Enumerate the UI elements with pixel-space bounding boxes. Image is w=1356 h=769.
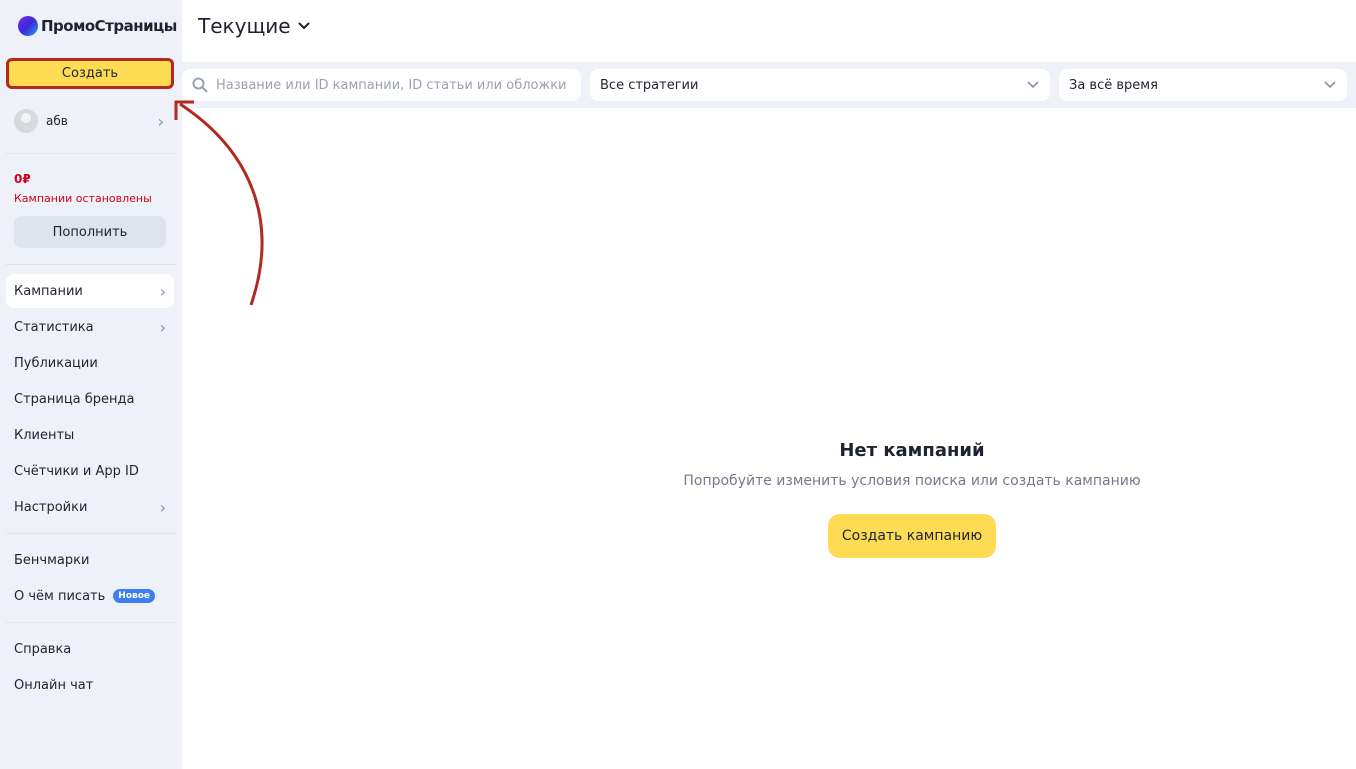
nav-label: Страница бренда [14, 391, 135, 407]
annotation-arrow [174, 100, 264, 306]
sidebar-item-counters[interactable]: Счётчики и App ID [6, 454, 174, 488]
sidebar-item-what-to-write[interactable]: О чём писать Новое [6, 579, 174, 613]
nav-label: Статистика [14, 319, 94, 335]
nav-label: О чём писать [14, 588, 106, 604]
sidebar-item-publications[interactable]: Публикации [6, 346, 174, 380]
chevron-right-icon: › [159, 317, 166, 337]
strategy-value: Все стратегии [600, 77, 699, 93]
nav-label: Настройки [14, 499, 88, 515]
sidebar-item-chat[interactable]: Онлайн чат [6, 668, 174, 702]
sidebar-item-settings[interactable]: Настройки › [6, 490, 174, 524]
chevron-down-icon [1324, 81, 1336, 89]
period-select[interactable]: За всё время [1059, 69, 1347, 101]
chevron-right-icon: › [159, 497, 166, 517]
sidebar-item-brand-page[interactable]: Страница бренда [6, 382, 174, 416]
period-value: За всё время [1069, 77, 1158, 93]
empty-state: Нет кампаний Попробуйте изменить условия… [682, 440, 1142, 489]
new-badge: Новое [113, 589, 155, 603]
empty-title: Нет кампаний [839, 440, 985, 461]
nav-label: Справка [14, 641, 72, 657]
nav-label: Клиенты [14, 427, 75, 443]
sidebar-item-clients[interactable]: Клиенты [6, 418, 174, 452]
nav-label: Публикации [14, 355, 98, 371]
sidebar-item-benchmarks[interactable]: Бенчмарки [6, 543, 174, 577]
chevron-down-icon [1027, 81, 1039, 89]
create-campaign-button[interactable]: Создать кампанию [828, 514, 996, 558]
divider [6, 533, 176, 534]
divider [6, 622, 176, 623]
nav-label: Счётчики и App ID [14, 463, 139, 479]
nav-label: Бенчмарки [14, 552, 90, 568]
nav-label: Онлайн чат [14, 677, 94, 693]
empty-text: Попробуйте изменить условия поиска или с… [683, 473, 1141, 489]
strategy-select[interactable]: Все стратегии [590, 69, 1050, 101]
filter-bar: Название или ID кампании, ID статьи или … [182, 62, 1356, 108]
sidebar-item-help[interactable]: Справка [6, 632, 174, 666]
